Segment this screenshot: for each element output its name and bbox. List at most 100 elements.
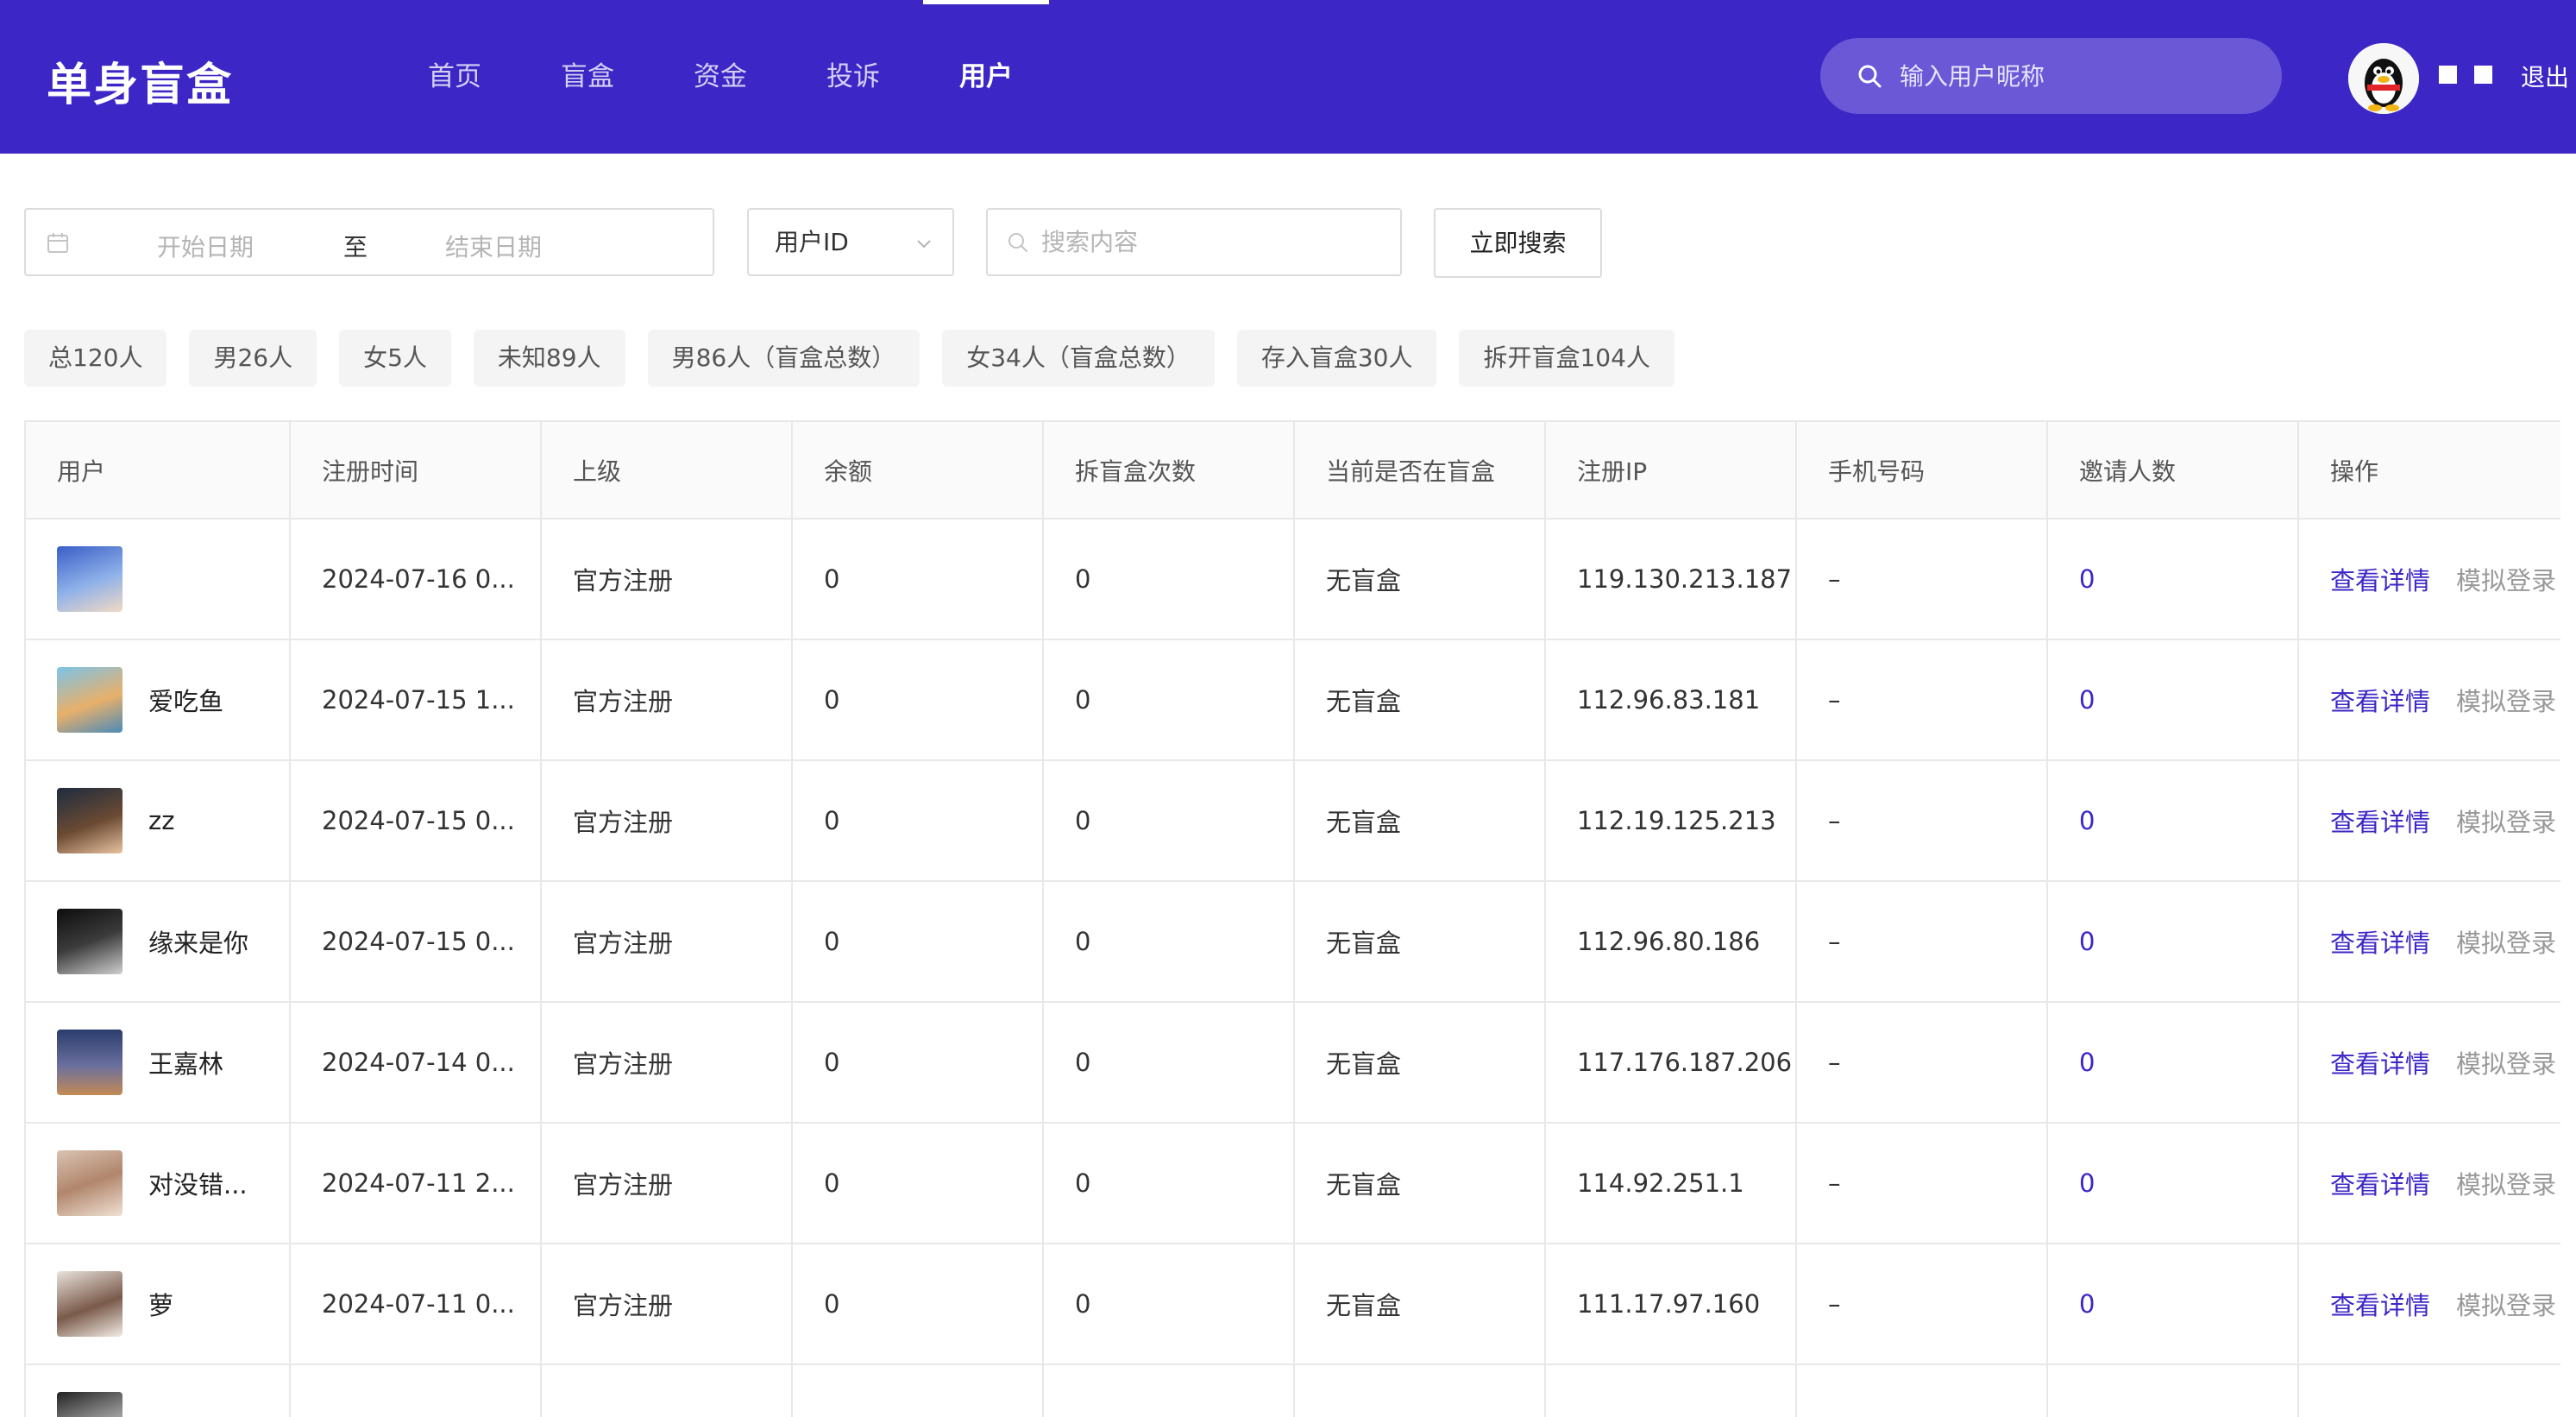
invite-count-link[interactable]: 0 — [2079, 1048, 2095, 1077]
nickname-search-input[interactable] — [1900, 61, 2262, 91]
simulate-login-link[interactable]: 模拟登录 — [2456, 1291, 2556, 1320]
cell-register-time: 2024-07-11 0... — [290, 1244, 542, 1365]
simulate-login-link[interactable]: 模拟登录 — [2456, 929, 2556, 958]
cell-user: 萝 — [26, 1244, 291, 1365]
cell-actions: 查看详情 模拟登录 — [2298, 1244, 2560, 1365]
cell-phone: – — [1796, 1002, 2048, 1124]
invite-count-link[interactable]: 0 — [2079, 564, 2095, 594]
admin-avatar[interactable] — [2348, 43, 2419, 114]
simulate-login-link[interactable]: 模拟登录 — [2456, 566, 2556, 595]
view-details-link[interactable]: 查看详情 — [2330, 687, 2430, 716]
cell-phone: – — [1796, 1244, 2048, 1365]
cell-open-count: 0 — [1043, 639, 1295, 761]
cell-parent: 官方注册 — [541, 1002, 793, 1124]
table-row: 对没错... 2024-07-11 2... 官方注册 0 0 无盲盒 114.92.251… — [26, 1123, 2560, 1244]
cell-register-time: 2024-07-15 0... — [290, 881, 542, 1003]
cell-open-count: 0 — [1043, 519, 1295, 640]
table-row: 2024-07-16 0... 官方注册 0 0 无盲盒 119.130.213.187–… — [26, 519, 2560, 640]
cell-phone: – — [1796, 760, 2048, 882]
nav-funds[interactable]: 资金 — [671, 0, 770, 154]
user-nickname: 缘来是你 — [148, 929, 249, 958]
col-open-count: 拆盲盒次数 — [1043, 422, 1295, 520]
invite-count-link[interactable]: 0 — [2079, 927, 2095, 956]
nav-users[interactable]: 用户 — [923, 0, 1049, 154]
cell-invites: 0 — [2047, 760, 2299, 882]
cell-invites: 0 — [2047, 881, 2299, 1003]
view-details-link[interactable]: 查看详情 — [2330, 1170, 2430, 1200]
cell-invites: 0 — [2047, 1002, 2299, 1124]
view-details-link[interactable]: 查看详情 — [2330, 808, 2430, 837]
nickname-search[interactable] — [1820, 38, 2282, 114]
nav-blindbox[interactable]: 盲盒 — [538, 0, 637, 154]
table-row: 萝 2024-07-11 0... 官方注册 0 0 无盲盒 111.17.97.160–0… — [26, 1244, 2560, 1365]
cell-user: 缘来是你 — [26, 881, 291, 1003]
logout-button[interactable]: 退出 — [2521, 59, 2569, 93]
invite-count-link[interactable]: 0 — [2079, 1289, 2095, 1319]
simulate-login-link[interactable]: 模拟登录 — [2456, 1170, 2556, 1200]
nav-home[interactable]: 首页 — [405, 0, 504, 154]
simulate-login-link[interactable]: 模拟登录 — [2456, 808, 2556, 837]
stat-total: 总120人 — [24, 330, 167, 387]
app-logo[interactable]: 单身盲盒 — [47, 48, 233, 113]
cell-register-time: 2024-07-11 2... — [290, 1123, 542, 1244]
cell-actions: 查看详情 模拟登录 — [2298, 760, 2560, 882]
cell-actions: 查看详情 模拟登录 — [2298, 1123, 2560, 1244]
table-row: 王嘉林 2024-07-14 0... 官方注册 0 0 无盲盒 117.176.187.2… — [26, 1002, 2560, 1124]
cell-actions: 查看详情 模拟登录 — [2298, 1002, 2560, 1124]
col-register-time: 注册时间 — [290, 422, 542, 520]
cell-user — [26, 1364, 291, 1417]
start-date-input[interactable]: 开始日期 — [157, 229, 254, 263]
cell-open-count: 0 — [1043, 1244, 1295, 1365]
top-header: 单身盲盒 首页 盲盒 资金 投诉 用户 退出 — [0, 0, 2576, 154]
table-row-partial — [26, 1364, 2560, 1417]
view-details-link[interactable]: 查看详情 — [2330, 1291, 2430, 1320]
avatar — [57, 667, 123, 733]
cell-actions: 查看详情 模拟登录 — [2298, 519, 2560, 640]
cell-user: 王嘉林 — [26, 1002, 291, 1124]
cell-open-count: 0 — [1043, 1123, 1295, 1244]
user-stats: 总120人 男26人 女5人 未知89人 男86人（盲盒总数） 女34人（盲盒总… — [24, 330, 1697, 387]
search-now-button[interactable]: 立即搜索 — [1434, 208, 1602, 278]
cell-register-time: 2024-07-16 0... — [290, 519, 542, 640]
search-field-select[interactable]: 用户ID — [747, 208, 954, 276]
cell-user: 爱吃鱼 — [26, 639, 291, 761]
nav-complaints[interactable]: 投诉 — [804, 0, 902, 154]
view-details-link[interactable]: 查看详情 — [2330, 1049, 2430, 1079]
cell-parent: 官方注册 — [541, 760, 793, 882]
col-actions: 操作 — [2298, 422, 2560, 520]
cell-balance: 0 — [792, 1002, 1044, 1124]
cell-phone: – — [1796, 639, 2048, 761]
date-range-picker[interactable]: 开始日期 至 结束日期 — [24, 208, 714, 276]
user-nickname: 对没错... — [148, 1170, 248, 1200]
avatar — [57, 1271, 123, 1337]
search-icon — [1858, 65, 1882, 88]
invite-count-link[interactable]: 0 — [2079, 1168, 2095, 1198]
chevron-down-icon — [917, 240, 931, 249]
stat-stored: 存入盲盒30人 — [1236, 330, 1437, 387]
cell-actions: 查看详情 模拟登录 — [2298, 639, 2560, 761]
invite-count-link[interactable]: 0 — [2079, 685, 2095, 715]
avatar — [57, 1030, 123, 1095]
simulate-login-link[interactable]: 模拟登录 — [2456, 1049, 2556, 1079]
cell-in-box: 无盲盒 — [1294, 519, 1546, 640]
cell-empty — [1796, 1364, 2048, 1417]
cell-parent: 官方注册 — [541, 1244, 793, 1365]
invite-count-link[interactable]: 0 — [2079, 806, 2095, 835]
user-info: 王嘉林 — [57, 1030, 288, 1095]
user-info: 爱吃鱼 — [57, 667, 288, 733]
content-search[interactable] — [986, 208, 1402, 276]
end-date-input[interactable]: 结束日期 — [445, 229, 542, 263]
cell-balance: 0 — [792, 881, 1044, 1003]
stat-male: 男26人 — [189, 330, 317, 387]
cell-register-time: 2024-07-14 0... — [290, 1002, 542, 1124]
cell-user — [26, 519, 291, 640]
view-details-link[interactable]: 查看详情 — [2330, 929, 2430, 958]
content-search-input[interactable] — [1041, 228, 1386, 256]
cell-phone: – — [1796, 519, 2048, 640]
cell-user: 对没错... — [26, 1123, 291, 1244]
simulate-login-link[interactable]: 模拟登录 — [2456, 687, 2556, 716]
user-nickname: 萝 — [148, 1291, 174, 1320]
cell-in-box: 无盲盒 — [1294, 639, 1546, 761]
penguin-icon — [2348, 43, 2419, 114]
view-details-link[interactable]: 查看详情 — [2330, 566, 2430, 595]
